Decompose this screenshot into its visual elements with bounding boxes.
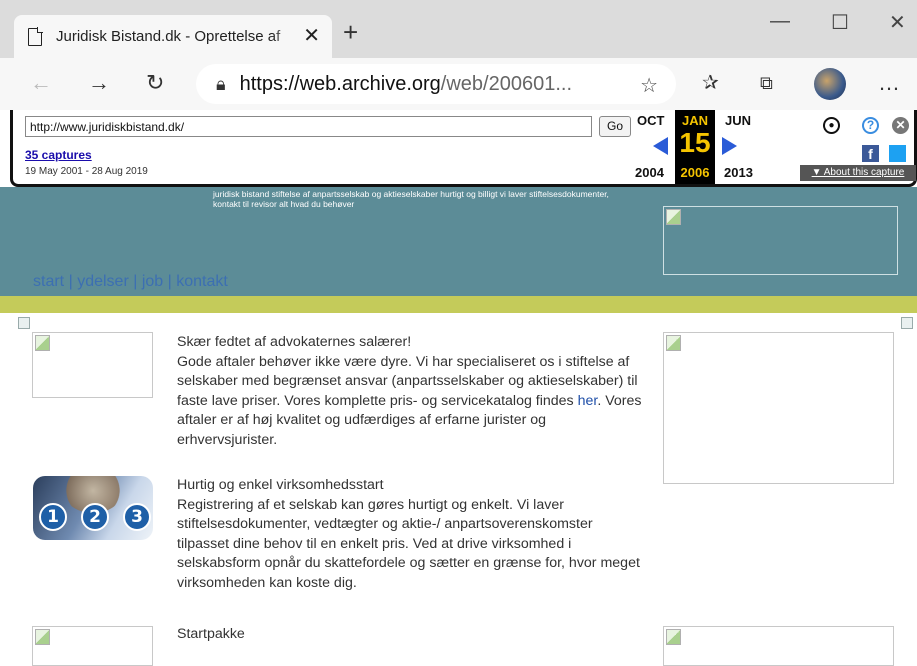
accent-stripe: [0, 296, 917, 313]
step-1-badge: 1: [39, 503, 67, 531]
nav-start[interactable]: start: [33, 273, 64, 290]
header-intro-text: juridisk bistand stiftelse af anpartssel…: [213, 189, 609, 209]
current-year: 2006: [680, 165, 710, 180]
back-arrow-icon[interactable]: ←: [30, 72, 52, 94]
captures-link[interactable]: 35 captures: [25, 148, 92, 162]
refresh-icon[interactable]: ↻: [146, 72, 164, 94]
wayback-go-button[interactable]: Go: [599, 116, 631, 137]
tab-close-icon[interactable]: ✕: [303, 26, 320, 46]
current-month: JAN: [681, 113, 708, 128]
section2-heading: Hurtig og enkel virksomhedsstart: [177, 477, 384, 493]
browser-tab[interactable]: Juridisk Bistand.dk - Oprettelse af ✕: [14, 15, 332, 58]
sidebar-broken-image: [663, 332, 894, 484]
navigation-bar: ← → ↻ 🔒︎ https://web.archive.org/web/200…: [0, 58, 917, 110]
forward-arrow-icon[interactable]: →: [88, 72, 110, 94]
profile-avatar[interactable]: [814, 68, 846, 100]
section2-body: Registrering af et selskab kan gøres hur…: [177, 496, 640, 591]
minimize-button[interactable]: —: [770, 10, 790, 33]
user-icon[interactable]: ●: [823, 117, 840, 134]
section1-heading: Skær fedtet af advokaternes salærer!: [177, 334, 412, 350]
current-capture-date: JAN 15 2006: [675, 110, 715, 184]
nav-ydelser[interactable]: ydelser: [77, 273, 129, 290]
wayback-url-input[interactable]: [25, 116, 592, 137]
address-bar[interactable]: 🔒︎ https://web.archive.org/web/200601...…: [196, 64, 676, 104]
favorites-icon[interactable]: ✰: [702, 72, 719, 94]
collections-icon[interactable]: ⧉: [760, 72, 773, 94]
site-header: juridisk bistand stiftelse af anpartssel…: [0, 187, 917, 296]
section-startpakke: Startpakke: [177, 625, 647, 645]
close-window-button[interactable]: ✕: [889, 10, 906, 35]
about-capture-button[interactable]: ▼ About this capture: [800, 165, 916, 181]
close-toolbar-icon[interactable]: ✕: [892, 117, 909, 134]
section-advokat: Skær fedtet af advokaternes salærer! God…: [177, 333, 647, 450]
new-tab-button[interactable]: +: [343, 19, 358, 45]
site-nav: start | ydelser | job | kontakt: [33, 273, 228, 290]
maximize-button[interactable]: ☐: [831, 10, 849, 35]
facebook-icon[interactable]: f: [862, 145, 879, 162]
step-3-badge: 3: [123, 503, 151, 531]
prev-year-link[interactable]: 2004: [635, 165, 664, 180]
next-month-link[interactable]: JUN: [725, 113, 751, 128]
current-day: 15: [679, 127, 711, 158]
lock-icon: 🔒︎: [216, 73, 226, 94]
header-broken-image: [663, 206, 898, 275]
section3-broken-image: [32, 626, 153, 666]
page-icon: [28, 26, 43, 46]
step-2-badge: 2: [81, 503, 109, 531]
star-icon[interactable]: ☆: [640, 73, 658, 98]
section3-heading: Startpakke: [177, 626, 245, 642]
capture-range: 19 May 2001 - 28 Aug 2019: [25, 166, 148, 177]
prev-capture-arrow-icon[interactable]: [653, 137, 668, 155]
tab-bar: Juridisk Bistand.dk - Oprettelse af ✕ + …: [0, 0, 917, 58]
section-virksomhedsstart: Hurtig og enkel virksomhedsstart Registr…: [177, 476, 647, 593]
section1-broken-image: [32, 332, 153, 398]
left-corner-image: [18, 317, 30, 329]
wayback-toolbar: Go 35 captures 19 May 2001 - 28 Aug 2019…: [10, 110, 917, 187]
twitter-icon[interactable]: [889, 145, 906, 162]
help-icon[interactable]: ?: [862, 117, 879, 134]
tab-title: Juridisk Bistand.dk - Oprettelse af: [56, 28, 281, 45]
price-catalog-link[interactable]: her: [578, 393, 598, 409]
steps-123-image: 1 2 3: [33, 476, 153, 540]
next-year-link[interactable]: 2013: [724, 165, 753, 180]
next-capture-arrow-icon[interactable]: [722, 137, 737, 155]
right-corner-image: [901, 317, 913, 329]
more-icon[interactable]: …: [878, 72, 900, 94]
url-text: https://web.archive.org/web/200601...: [239, 72, 573, 95]
section1-body: Gode aftaler behøver ikke være dyre. Vi …: [177, 353, 642, 448]
nav-job[interactable]: job: [142, 273, 163, 290]
nav-kontakt[interactable]: kontakt: [176, 273, 228, 290]
prev-month-link[interactable]: OCT: [637, 113, 664, 128]
sidebar2-broken-image: [663, 626, 894, 666]
